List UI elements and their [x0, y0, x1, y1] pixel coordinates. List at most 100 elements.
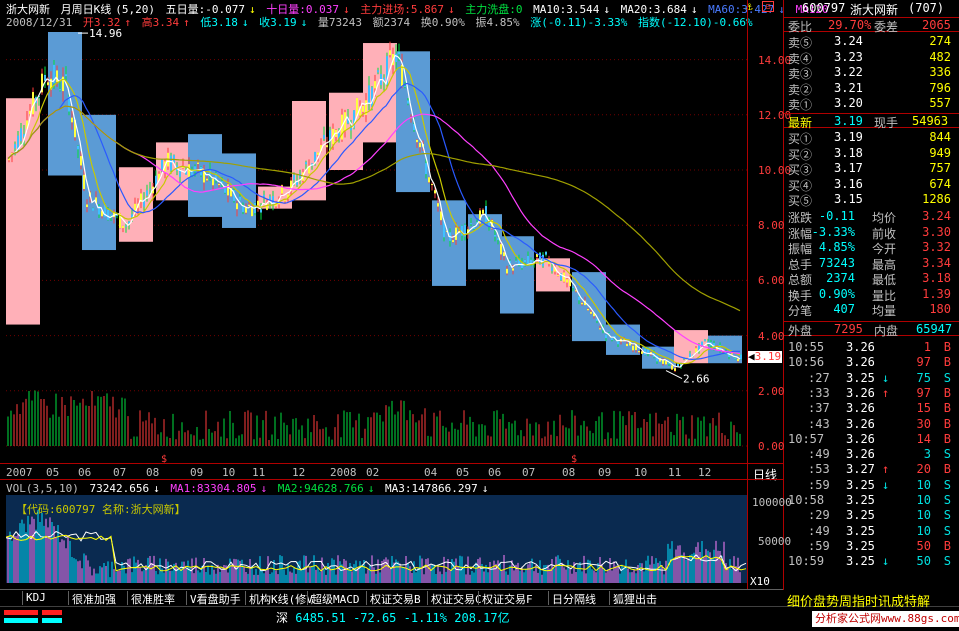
indicator-tab[interactable]: 权证交易F: [478, 591, 536, 606]
tick-row: 10:55 3.26 1 B: [784, 340, 959, 355]
bid-row[interactable]: 买② 3.18 949: [784, 146, 959, 162]
stat-row: 总手 73243 最高 3.34: [784, 255, 959, 272]
mini-bar-cyan2: [42, 618, 62, 623]
candle-body: [251, 206, 253, 217]
candle-body: [146, 190, 148, 196]
candle-body: [674, 368, 676, 371]
tick-volume: 10: [916, 493, 931, 507]
indicator-tab[interactable]: 超级MACD: [307, 591, 363, 606]
indicator-tab[interactable]: 狐狸出击: [609, 591, 660, 606]
candle-body: [263, 194, 265, 197]
index-ticker[interactable]: 深 6485.51 -72.65 -1.11% 208.17亿: [276, 609, 510, 626]
tick-price: 3.26: [846, 355, 875, 370]
level-price: 3.16: [834, 176, 863, 191]
stat-value: 407: [833, 302, 855, 316]
tick-time: :33: [808, 385, 830, 400]
candle-body: [599, 328, 601, 330]
bid-row[interactable]: 买① 3.19 844: [784, 130, 959, 146]
stat-label: 换手: [788, 288, 813, 303]
candle-body: [512, 268, 514, 271]
tick-time: :43: [808, 416, 830, 431]
zone-box: [48, 32, 82, 176]
bid-row[interactable]: 买③ 3.17 757: [784, 161, 959, 177]
tick-time: :53: [808, 462, 830, 477]
tick-price: 3.25: [846, 554, 875, 569]
weicha-label: 委差: [874, 20, 899, 34]
indicator-tab[interactable]: KDJ: [22, 591, 49, 605]
ask-row[interactable]: 卖③ 3.22 336: [784, 65, 959, 81]
down-arrow-icon: ↓: [367, 482, 375, 495]
price-chart[interactable]: 14.96 2.66 $ $: [6, 28, 747, 463]
level-price: 3.15: [834, 192, 863, 206]
tick-volume: 15: [916, 401, 931, 416]
candle-body: [524, 259, 526, 263]
panel-stock-name: 浙大网新: [850, 3, 899, 17]
stat-value: -3.33%: [811, 224, 855, 239]
tick-volume: 50: [916, 538, 931, 553]
tick-side: S: [943, 370, 951, 385]
candle-body: [626, 343, 628, 347]
window-button-icon[interactable]: ⊟: [762, 1, 774, 12]
up-arrow-icon: ↑: [882, 385, 890, 400]
level-price: 3.17: [834, 161, 863, 175]
up-arrow-icon: ↑: [882, 462, 890, 477]
vol-ma-white: [6, 530, 747, 572]
stat-label: 今开: [872, 242, 897, 256]
bid-row[interactable]: 买④ 3.16 674: [784, 176, 959, 193]
level-price: 3.23: [834, 49, 863, 64]
indicator-tab[interactable]: 机构K线(修V: [245, 591, 316, 606]
stat-label: 均价: [872, 211, 897, 225]
level-volume: 336: [929, 65, 951, 79]
ask-row[interactable]: 卖④ 3.23 482: [784, 49, 959, 66]
tick-side: B: [943, 538, 951, 553]
candle-body: [704, 339, 706, 341]
stat-value: 4.85%: [818, 240, 855, 254]
indicator-tab[interactable]: V看盘助手: [186, 591, 244, 606]
tick-price: 3.26: [846, 416, 875, 431]
candle-body: [737, 358, 739, 362]
level-volume: 844: [929, 130, 951, 144]
candle-body: [239, 196, 241, 201]
neipan-value: 65947: [916, 322, 953, 336]
x-tick-label: 09: [598, 466, 612, 479]
down-arrow-icon: ↓: [882, 370, 890, 385]
candle-body: [719, 345, 721, 351]
bid-row[interactable]: 买⑤ 3.15 1286: [784, 192, 959, 208]
mini-bar-red: [4, 610, 38, 615]
stat-label: 最高: [872, 257, 897, 272]
candle-body: [293, 175, 295, 180]
panel-title: 600797 浙大网新 (707): [784, 1, 959, 17]
indicator-tab[interactable]: 权证交易B: [366, 591, 424, 606]
period-label[interactable]: 日线: [753, 466, 777, 483]
candle-body: [578, 296, 580, 301]
indicator-tab[interactable]: 权证交易C: [427, 591, 485, 606]
ask-row[interactable]: 卖① 3.20 557: [784, 96, 959, 112]
candle-body: [188, 164, 190, 178]
indicator-tab[interactable]: 很准胜率: [127, 591, 178, 606]
tick-row: :43 3.26 30 B: [784, 417, 959, 432]
volume-chart[interactable]: 【代码:600797 名称:浙大网新】: [6, 495, 747, 583]
market-pct: -1.11%: [403, 611, 448, 625]
indicator-tab[interactable]: 日分隔线: [548, 591, 599, 606]
indicator-tab[interactable]: 很准加强: [68, 591, 119, 606]
ask-row[interactable]: 卖② 3.21 796: [784, 81, 959, 97]
anchor-icon[interactable]: ⚓: [746, 0, 760, 13]
ask-row[interactable]: 卖⑤ 3.24 274: [784, 34, 959, 50]
site-badge[interactable]: 分析家公式网www.88gs.com: [812, 611, 959, 627]
candle-body: [59, 89, 61, 91]
candle-body: [374, 81, 376, 89]
vol-ma3: MA3:147866.297: [385, 482, 478, 495]
stat-label: 分笔: [788, 304, 813, 318]
volume-caption: 【代码:600797 名称:浙大网新】: [16, 503, 186, 516]
candle-body: [638, 351, 640, 353]
level-volume: 1286: [922, 192, 951, 206]
candle-body: [566, 279, 568, 283]
candle-body: [86, 204, 88, 208]
high-marker: 14.96: [89, 28, 122, 40]
market-change: -72.65: [353, 611, 397, 625]
candle-body: [587, 308, 589, 311]
x-tick-label: 05: [46, 466, 60, 479]
stat-label: 量比: [872, 288, 897, 303]
tick-row: :49 3.26 3 S: [784, 447, 959, 462]
stat-value: 73243: [818, 255, 855, 270]
